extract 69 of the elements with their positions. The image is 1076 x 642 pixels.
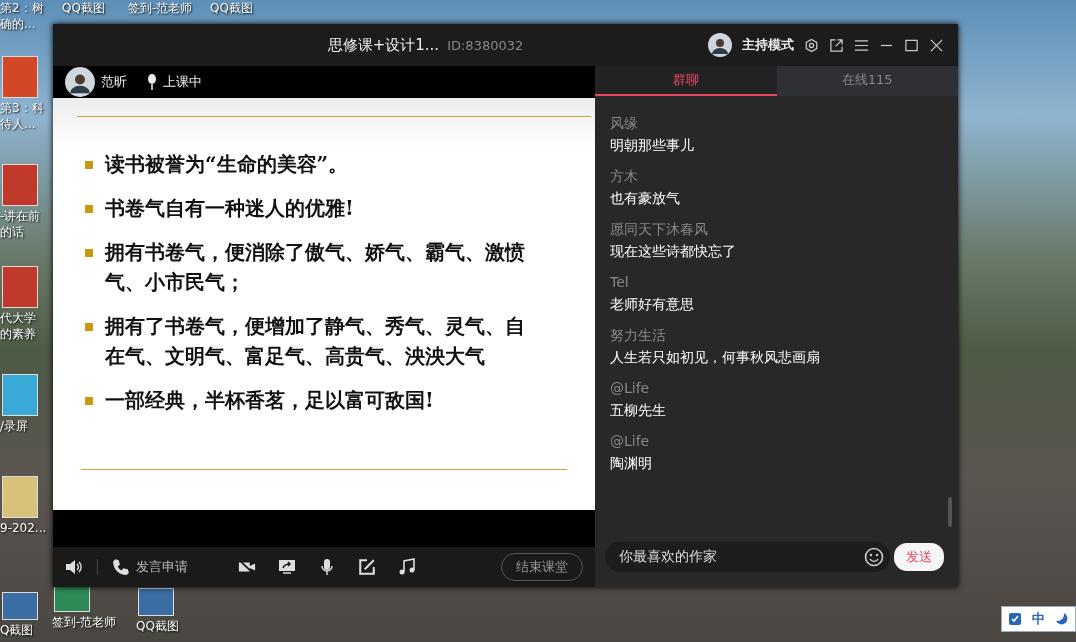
speak-request-button[interactable]: 发言申请: [112, 558, 188, 576]
sender-name: Tel: [610, 273, 630, 291]
desktop-icon-label[interactable]: 代大学: [0, 310, 36, 326]
close-icon[interactable]: [929, 37, 944, 53]
microphone-icon[interactable]: [318, 558, 336, 576]
edit-icon[interactable]: [358, 558, 376, 576]
phone-icon: [112, 558, 130, 576]
desktop-icon-label[interactable]: 的素养: [0, 326, 36, 342]
desktop-icon-label[interactable]: 的话: [0, 224, 24, 240]
popout-icon[interactable]: [829, 37, 844, 53]
desktop-icon-label[interactable]: 9-202...: [0, 520, 47, 536]
desktop-icon-label[interactable]: 签到-范老师: [52, 614, 117, 630]
desktop-icon-label[interactable]: Q截图: [0, 622, 34, 638]
moon-icon: [1055, 612, 1069, 626]
desktop-icon-label[interactable]: QQ截图: [136, 618, 179, 634]
avatar-icon: [65, 67, 95, 97]
bullet-text: 一部经典，半杯香茗，足以富可敌国!: [105, 387, 435, 414]
maximize-icon[interactable]: [904, 37, 919, 53]
file-icon[interactable]: [138, 588, 174, 616]
bullet-icon: [85, 205, 93, 213]
sender-name: 愿同天下沐春风: [610, 220, 709, 238]
checkbox-icon: [1008, 612, 1022, 626]
scrollbar-thumb[interactable]: [948, 497, 952, 527]
bullet-icon: [85, 161, 93, 169]
send-button[interactable]: 发送: [894, 543, 944, 571]
message-text: 五柳先生: [610, 401, 667, 419]
bullet-icon: [85, 249, 93, 257]
message-text: 也有豪放气: [610, 189, 681, 207]
message-text: 老师好有意思: [610, 295, 695, 313]
message-text: 人生若只如初见，何事秋风悲画扇: [610, 348, 821, 366]
message-text: 现在这些诗都快忘了: [610, 242, 737, 260]
bullet-text: 书卷气自有一种迷人的优雅!: [105, 195, 355, 222]
input-mode-label[interactable]: 中: [1032, 610, 1045, 628]
host-mode-label[interactable]: 主持模式: [742, 36, 794, 54]
desktop-icon-label[interactable]: 第2：树: [0, 0, 44, 16]
message-input[interactable]: 你最喜欢的作家: [605, 542, 890, 572]
message-text: 明朝那些事儿: [610, 136, 695, 154]
desktop-icon-label[interactable]: QQ截图: [210, 0, 253, 16]
emoji-icon[interactable]: [864, 547, 884, 567]
bullet-text: 读书被誉为“生命的美容”。: [105, 151, 349, 178]
sender-name: 方木: [610, 167, 639, 185]
bullet-icon: [85, 397, 93, 405]
avatar-icon[interactable]: [708, 33, 732, 57]
room-id: ID:8380032: [447, 37, 524, 53]
message-text: 陶渊明: [610, 454, 653, 472]
sender-name: @Life: [610, 379, 651, 397]
sender-name: @Life: [610, 432, 651, 450]
speaker-icon[interactable]: [65, 558, 83, 576]
menu-icon[interactable]: [854, 37, 869, 53]
sender-name: 风缘: [610, 114, 639, 132]
microphone-icon: [147, 74, 157, 90]
desktop-icon-label[interactable]: -讲在前: [0, 208, 41, 224]
window-title: 思修课+设计1...: [327, 35, 440, 55]
tab[interactable]: 群聊: [595, 66, 777, 96]
class-status: 上课中: [163, 73, 202, 91]
desktop-icon-label[interactable]: 签到-范老师: [128, 0, 193, 16]
bullet-icon: [85, 323, 93, 331]
music-icon[interactable]: [398, 558, 416, 576]
tab[interactable]: 在线115: [776, 66, 958, 96]
screen-share-icon[interactable]: [278, 558, 296, 576]
settings-icon[interactable]: [804, 37, 819, 53]
bullet-text: 拥有书卷气，便消除了傲气、娇气、霸气、激愤气、小市民气；: [105, 239, 526, 296]
desktop-icon-label[interactable]: QQ截图: [62, 0, 105, 16]
desktop-icon-label[interactable]: 确的...: [0, 16, 36, 32]
ime-bar[interactable]: 中: [1001, 606, 1076, 632]
bullet-text: 拥有了书卷气，便增加了静气、秀气、灵气、自在气、文明气、富足气、高贵气、泱泱大气: [105, 313, 526, 370]
sender-name: 努力生活: [610, 326, 667, 344]
desktop-icon-label[interactable]: /录屏: [0, 418, 29, 434]
presenter-name: 范昕: [101, 73, 127, 91]
